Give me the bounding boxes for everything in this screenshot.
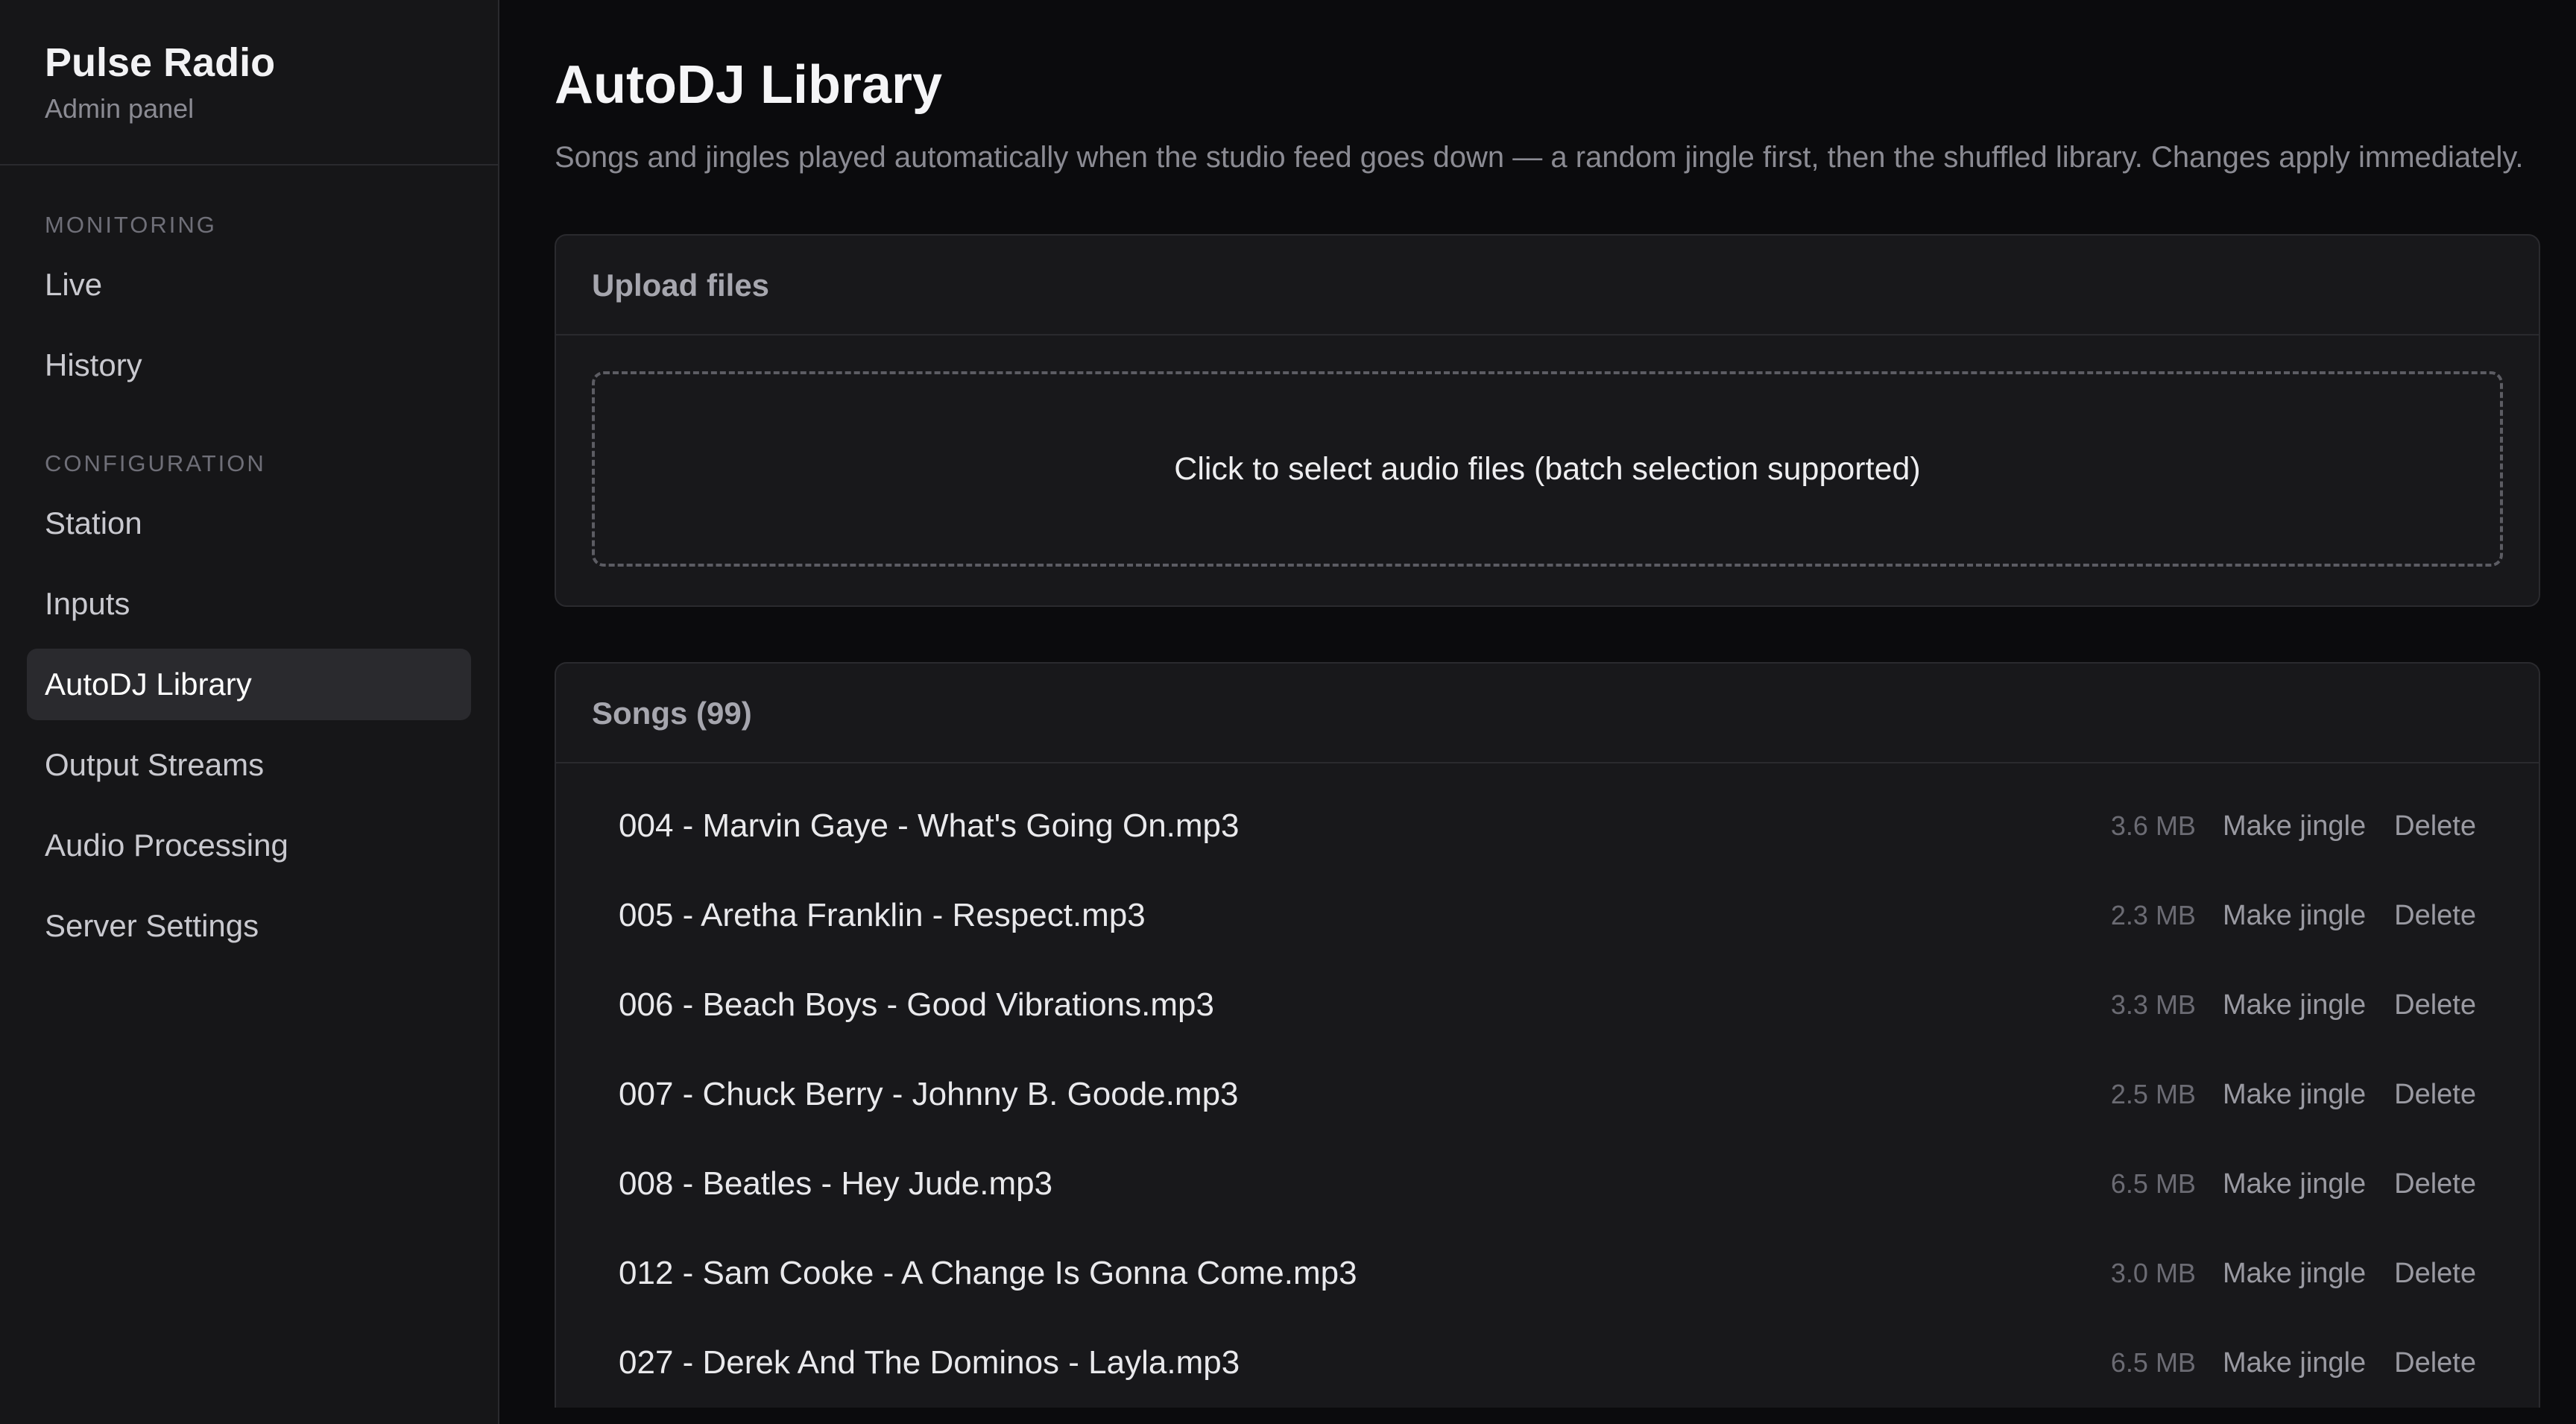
sidebar: Pulse Radio Admin panel MONITORING Live … (0, 0, 499, 1424)
song-size: 3.3 MB (2110, 989, 2196, 1020)
song-size: 3.6 MB (2110, 810, 2196, 841)
song-list: 004 - Marvin Gaye - What's Going On.mp3 … (556, 763, 2539, 1408)
song-row: 004 - Marvin Gaye - What's Going On.mp3 … (619, 781, 2476, 871)
sidebar-item-audio-processing[interactable]: Audio Processing (27, 810, 471, 881)
make-jingle-button[interactable]: Make jingle (2223, 1347, 2366, 1379)
song-size: 6.5 MB (2110, 1168, 2196, 1199)
sidebar-item-inputs[interactable]: Inputs (27, 568, 471, 640)
make-jingle-button[interactable]: Make jingle (2223, 1168, 2366, 1200)
song-row: 007 - Chuck Berry - Johnny B. Goode.mp3 … (619, 1050, 2476, 1139)
song-name: 012 - Sam Cooke - A Change Is Gonna Come… (619, 1255, 1357, 1291)
nav-list-monitoring: Live History (0, 240, 498, 401)
song-row: 008 - Beatles - Hey Jude.mp3 6.5 MB Make… (619, 1139, 2476, 1229)
delete-button[interactable]: Delete (2394, 1258, 2476, 1290)
sidebar-item-server-settings[interactable]: Server Settings (27, 890, 471, 962)
songs-card-header: Songs (99) (556, 664, 2539, 763)
song-size: 3.0 MB (2110, 1258, 2196, 1288)
song-name: 006 - Beach Boys - Good Vibrations.mp3 (619, 986, 1214, 1023)
page-title: AutoDJ Library (555, 55, 943, 115)
sidebar-item-history[interactable]: History (27, 330, 471, 401)
song-name: 007 - Chuck Berry - Johnny B. Goode.mp3 (619, 1076, 1239, 1112)
brand: Pulse Radio Admin panel (0, 0, 498, 166)
delete-button[interactable]: Delete (2394, 810, 2476, 842)
delete-button[interactable]: Delete (2394, 900, 2476, 932)
song-row: 006 - Beach Boys - Good Vibrations.mp3 3… (619, 960, 2476, 1050)
song-row: 005 - Aretha Franklin - Respect.mp3 2.3 … (619, 871, 2476, 960)
song-row: 012 - Sam Cooke - A Change Is Gonna Come… (619, 1229, 2476, 1318)
upload-card: Upload files Click to select audio files… (555, 234, 2540, 607)
main-content: AutoDJ Library Songs and jingles played … (499, 0, 2576, 1424)
sidebar-item-station[interactable]: Station (27, 488, 471, 559)
brand-title: Pulse Radio (45, 40, 276, 85)
make-jingle-button[interactable]: Make jingle (2223, 1079, 2366, 1111)
delete-button[interactable]: Delete (2394, 1079, 2476, 1111)
make-jingle-button[interactable]: Make jingle (2223, 1258, 2366, 1290)
page-description: Songs and jingles played automatically w… (555, 141, 2524, 174)
song-size: 2.3 MB (2110, 900, 2196, 930)
song-name: 005 - Aretha Franklin - Respect.mp3 (619, 897, 1146, 933)
song-size: 2.5 MB (2110, 1079, 2196, 1109)
sidebar-item-output-streams[interactable]: Output Streams (27, 729, 471, 801)
sidebar-item-live[interactable]: Live (27, 249, 471, 321)
make-jingle-button[interactable]: Make jingle (2223, 989, 2366, 1021)
delete-button[interactable]: Delete (2394, 989, 2476, 1021)
file-dropzone[interactable]: Click to select audio files (batch selec… (592, 371, 2503, 567)
song-size: 6.5 MB (2110, 1347, 2196, 1378)
nav-section-configuration: CONFIGURATION (45, 450, 266, 476)
delete-button[interactable]: Delete (2394, 1347, 2476, 1379)
nav-list-configuration: Station Inputs AutoDJ Library Output Str… (0, 479, 498, 962)
song-row: 027 - Derek And The Dominos - Layla.mp3 … (619, 1318, 2476, 1408)
song-name: 004 - Marvin Gaye - What's Going On.mp3 (619, 807, 1240, 844)
make-jingle-button[interactable]: Make jingle (2223, 900, 2366, 932)
delete-button[interactable]: Delete (2394, 1168, 2476, 1200)
make-jingle-button[interactable]: Make jingle (2223, 810, 2366, 842)
songs-card: Songs (99) 004 - Marvin Gaye - What's Go… (555, 662, 2540, 1408)
app-root: Pulse Radio Admin panel MONITORING Live … (0, 0, 2576, 1424)
song-name: 027 - Derek And The Dominos - Layla.mp3 (619, 1344, 1240, 1381)
brand-subtitle: Admin panel (45, 93, 195, 124)
song-name: 008 - Beatles - Hey Jude.mp3 (619, 1165, 1053, 1202)
sidebar-item-autodj-library[interactable]: AutoDJ Library (27, 649, 471, 720)
upload-card-header: Upload files (556, 236, 2539, 335)
nav-section-monitoring: MONITORING (45, 212, 217, 238)
